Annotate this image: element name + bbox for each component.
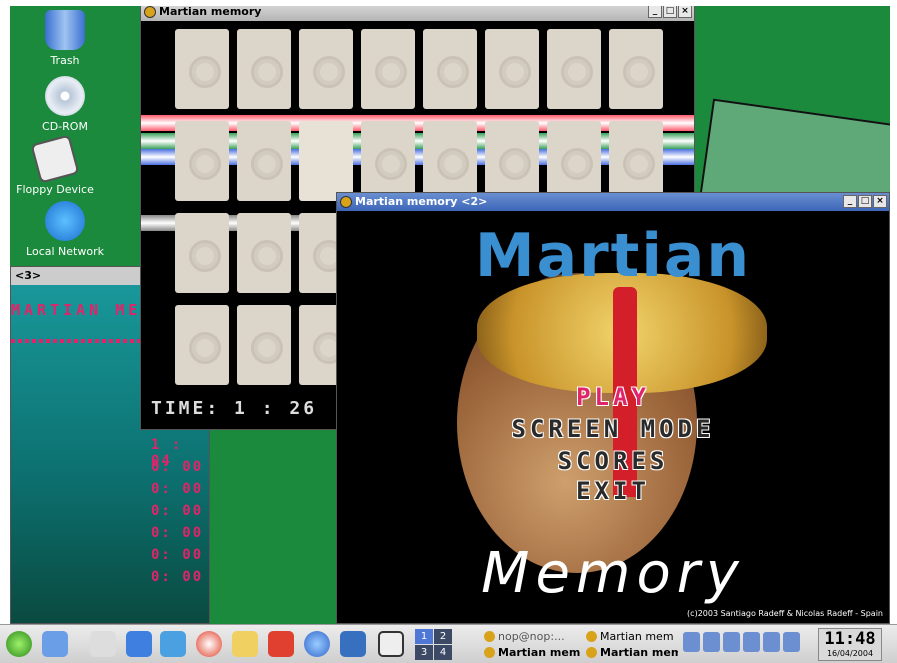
card[interactable] — [547, 121, 601, 201]
logo-bottom: Memory — [481, 541, 745, 606]
maximize-button[interactable]: □ — [858, 195, 872, 208]
logo-top: Martian — [474, 221, 752, 291]
home-icon[interactable] — [42, 631, 68, 657]
card[interactable] — [175, 121, 229, 201]
camera-icon[interactable] — [90, 631, 116, 657]
task-martian-memory[interactable]: Martian mem — [584, 629, 678, 645]
kde-menu-icon[interactable] — [6, 631, 32, 657]
card[interactable] — [175, 305, 229, 385]
close-button[interactable]: × — [678, 6, 692, 18]
pager-desktop-2[interactable]: 2 — [434, 629, 452, 644]
volume-icon[interactable] — [723, 632, 740, 652]
desktop-icon-label: Trash — [50, 54, 80, 67]
terminal-icon[interactable] — [160, 631, 186, 657]
copyright: (c)2003 Santiago Radeff & Nicolas Radeff… — [687, 609, 883, 618]
card[interactable] — [361, 121, 415, 201]
window-titlebar[interactable]: Martian memory _ □ × — [141, 6, 694, 21]
menu-screen-mode[interactable]: SCREEN MODE — [337, 415, 889, 443]
lock-icon[interactable] — [763, 632, 780, 652]
settings-icon[interactable] — [378, 631, 404, 657]
app-icon — [144, 6, 156, 18]
system-tray — [683, 632, 800, 652]
card[interactable] — [175, 29, 229, 109]
card[interactable] — [299, 29, 353, 109]
taskbar: 1 2 3 4 nop@nop:... Martian mem Martian … — [0, 624, 897, 663]
pager-desktop-1[interactable]: 1 — [415, 629, 433, 644]
score-row: 0: 00 — [151, 525, 204, 541]
task-martian-memory[interactable]: Martian mem — [482, 645, 580, 661]
window-title: Martian memory <2> — [355, 195, 488, 208]
card[interactable] — [237, 305, 291, 385]
card[interactable] — [175, 213, 229, 293]
score-row: 0: 00 — [151, 459, 204, 475]
clock-date: 16/04/2004 — [826, 649, 874, 658]
score-row: 0: 00 — [151, 503, 204, 519]
window-martian-memory-2[interactable]: Martian memory <2> _ □ × Martian PLAY SCRE… — [336, 192, 890, 624]
floppy-icon — [30, 134, 80, 184]
desktop-icon-label: Local Network — [26, 245, 104, 258]
konqueror-icon[interactable] — [126, 631, 152, 657]
menu-play[interactable]: PLAY — [337, 383, 889, 411]
clock-time: 11:48 — [824, 629, 876, 649]
card[interactable] — [237, 213, 291, 293]
desktop-icon[interactable] — [340, 631, 366, 657]
desktop: Trash CD-ROM Floppy Device Local Network… — [10, 6, 890, 624]
task-terminal[interactable]: nop@nop:... — [482, 629, 580, 645]
cdrom-icon — [45, 76, 85, 116]
card[interactable] — [361, 29, 415, 109]
desktop-icon-trash[interactable]: Trash — [10, 10, 120, 67]
update-icon[interactable] — [743, 632, 760, 652]
score-row: 0: 00 — [151, 547, 204, 563]
card[interactable] — [609, 29, 663, 109]
window-titlebar[interactable]: Martian memory <2> _ □ × — [337, 193, 889, 211]
app-icon — [340, 196, 352, 208]
minimize-button[interactable]: _ — [843, 195, 857, 208]
pager-desktop-4[interactable]: 4 — [434, 645, 452, 660]
menu-scores[interactable]: SCORES — [337, 447, 889, 475]
desktop-icon-network[interactable]: Local Network — [10, 201, 120, 258]
timer: TIME: 1 : 26 — [151, 398, 317, 419]
card[interactable] — [547, 29, 601, 109]
desktop-icon-label: CD-ROM — [42, 120, 88, 133]
editor-icon[interactable] — [232, 631, 258, 657]
desktop-icon-label: Floppy Device — [16, 183, 94, 196]
network-icon — [45, 201, 85, 241]
score-row: 0: 00 — [151, 481, 204, 497]
battery-icon[interactable] — [783, 632, 800, 652]
card[interactable] — [609, 121, 663, 201]
card[interactable] — [423, 29, 477, 109]
task-martian-memory[interactable]: Martian mem — [584, 645, 678, 661]
star-icon[interactable] — [268, 631, 294, 657]
time-label: TIME: — [151, 398, 221, 419]
network-monitor-icon[interactable] — [683, 632, 700, 652]
card[interactable] — [237, 29, 291, 109]
maximize-button[interactable]: □ — [663, 6, 677, 18]
trash-icon — [45, 10, 85, 50]
pager-desktop-3[interactable]: 3 — [415, 645, 433, 660]
clock[interactable]: 11:48 16/04/2004 — [818, 628, 882, 661]
score-row: 0: 00 — [151, 569, 204, 585]
desktop-pager: 1 2 3 4 — [415, 629, 452, 660]
minimize-button[interactable]: _ — [648, 6, 662, 18]
desktop-icon-floppy[interactable]: Floppy Device — [10, 134, 110, 196]
window-title: Martian memory — [159, 6, 262, 18]
card[interactable] — [485, 29, 539, 109]
desktop-icon-cdrom[interactable]: CD-ROM — [10, 76, 120, 133]
menu-exit[interactable]: EXIT — [337, 477, 889, 505]
card[interactable] — [237, 121, 291, 201]
card[interactable] — [423, 121, 477, 201]
close-button[interactable]: × — [873, 195, 887, 208]
clipboard-icon[interactable] — [703, 632, 720, 652]
card-revealed[interactable] — [299, 121, 353, 201]
time-value: 1 : 26 — [234, 398, 318, 419]
help-icon[interactable] — [196, 631, 222, 657]
browser-icon[interactable] — [304, 631, 330, 657]
card[interactable] — [485, 121, 539, 201]
